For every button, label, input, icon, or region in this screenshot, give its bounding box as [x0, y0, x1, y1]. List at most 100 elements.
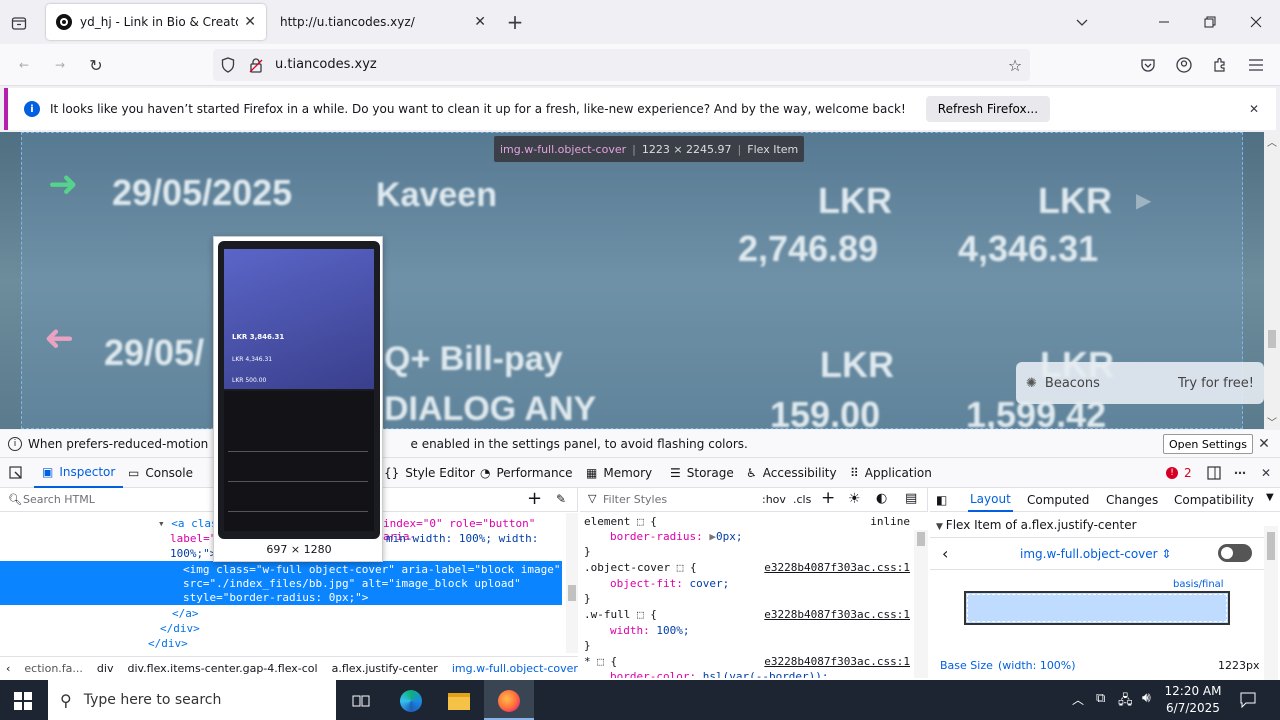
- inspector-icon: ▣: [42, 465, 54, 479]
- tab-style-editor[interactable]: {} Style Editor: [384, 458, 475, 488]
- open-settings-button[interactable]: Open Settings: [1163, 434, 1253, 454]
- add-node-icon[interactable]: +: [527, 488, 542, 509]
- rules-scrollbar[interactable]: [914, 530, 928, 678]
- pick-element-icon[interactable]: [8, 465, 24, 481]
- tab-performance[interactable]: ◔ Performance: [480, 458, 573, 488]
- rules-view: element ⬚ { inline border-radius: ▶0px; …: [580, 513, 914, 678]
- device-icon[interactable]: ⧉: [1096, 691, 1105, 706]
- edge-icon[interactable]: [398, 688, 424, 714]
- tab-accessibility[interactable]: ♿ Accessibility: [746, 458, 837, 488]
- tab-inactive[interactable]: http://u.tiancodes.xyz/ ✕: [270, 4, 496, 40]
- tab-active[interactable]: yd_hj - Link in Bio & Creator To ✕: [46, 4, 266, 40]
- search-html-input[interactable]: Search HTML: [23, 493, 95, 506]
- flex-item-header[interactable]: ▼ Flex Item of a.flex.justify-center: [936, 518, 1137, 532]
- tab-inspector[interactable]: ▣ Inspector: [34, 458, 124, 488]
- notifications-icon[interactable]: [1238, 690, 1258, 710]
- eyedropper-icon[interactable]: ✎: [556, 492, 566, 506]
- pocket-icon[interactable]: [1138, 55, 1158, 75]
- layout-view: ▼ Flex Item of a.flex.justify-center ‹ i…: [930, 513, 1280, 680]
- url-text[interactable]: u.tiancodes.xyz: [275, 57, 377, 72]
- new-tab-icon[interactable]: +: [504, 10, 526, 34]
- network-icon[interactable]: 🖧︎: [1118, 691, 1133, 713]
- breadcrumb-item[interactable]: div.flex.items-center.gap-4.flex-col: [127, 662, 317, 675]
- rule-declaration[interactable]: border-radius: ▶0px;: [610, 530, 742, 543]
- layout-scrollbar[interactable]: [1264, 526, 1278, 680]
- breadcrumb-item[interactable]: a.flex.justify-center: [332, 662, 438, 675]
- markup-line[interactable]: ▾ <a clas: [158, 517, 218, 530]
- markup-line[interactable]: </a>: [172, 607, 199, 620]
- tab-storage[interactable]: ☰ Storage: [670, 458, 734, 488]
- chevron-up-icon[interactable]: ︿: [1072, 691, 1084, 708]
- more-options-icon[interactable]: ⋯: [1232, 465, 1248, 481]
- tab-compatibility[interactable]: Compatibility: [1174, 493, 1254, 507]
- markup-line[interactable]: </div>: [160, 622, 200, 635]
- cls-toggle[interactable]: .cls: [793, 493, 811, 506]
- shield-icon[interactable]: [219, 56, 237, 74]
- tab-layout[interactable]: Layout: [968, 488, 1013, 512]
- close-icon[interactable]: ✕: [1246, 101, 1262, 117]
- rule-declaration[interactable]: object-fit: cover;: [610, 577, 729, 590]
- account-icon[interactable]: [1174, 55, 1194, 75]
- breadcrumb-item[interactable]: img.w-full.object-cover: [452, 662, 578, 675]
- chevron-left-icon[interactable]: ‹: [6, 662, 10, 675]
- close-icon[interactable]: ✕: [1256, 436, 1272, 452]
- reload-icon[interactable]: ↻: [86, 55, 106, 75]
- light-mode-icon[interactable]: ☀: [848, 491, 861, 507]
- print-media-icon[interactable]: ▤: [905, 491, 917, 506]
- hov-toggle[interactable]: :hov: [762, 493, 786, 506]
- back-icon[interactable]: ‹: [942, 544, 948, 563]
- breadcrumb-item[interactable]: ection.fa...: [24, 662, 83, 675]
- page-scrollbar[interactable]: ︿ ﹀: [1264, 132, 1280, 429]
- window-close-icon[interactable]: [1246, 12, 1266, 32]
- restore-icon[interactable]: [1200, 12, 1220, 32]
- filter-styles-input[interactable]: Filter Styles: [603, 493, 667, 506]
- rule-declaration[interactable]: border-color: hsl(var(--border));: [610, 670, 829, 678]
- menu-icon[interactable]: [1246, 55, 1266, 75]
- dock-icon[interactable]: [1206, 465, 1222, 481]
- lock-insecure-icon[interactable]: [247, 56, 265, 74]
- firefox-taskbar-button[interactable]: [484, 680, 534, 720]
- tab-application[interactable]: ⠿ Application: [850, 458, 932, 488]
- tab-changes[interactable]: Changes: [1106, 493, 1158, 507]
- minimize-icon[interactable]: [1154, 12, 1174, 32]
- rule-source[interactable]: e3228b4087f303ac.css:1: [764, 608, 910, 621]
- markup-scrollbar[interactable]: [566, 513, 578, 653]
- tab-close-icon[interactable]: ✕: [244, 14, 256, 30]
- rule-source[interactable]: inline: [870, 515, 910, 528]
- rule-source[interactable]: e3228b4087f303ac.css:1: [764, 561, 910, 574]
- tab-console[interactable]: ▭ Console: [128, 458, 193, 488]
- rule-declaration[interactable]: width: 100%;: [610, 624, 690, 637]
- chevron-down-icon[interactable]: ▼: [1266, 492, 1274, 503]
- file-explorer-icon[interactable]: [446, 688, 472, 714]
- close-devtools-icon[interactable]: ✕: [1258, 465, 1274, 481]
- breadcrumb-item[interactable]: div: [97, 662, 114, 675]
- volume-icon[interactable]: 🔊︎: [1142, 690, 1151, 706]
- rule-source[interactable]: e3228b4087f303ac.css:1: [764, 655, 910, 668]
- error-count[interactable]: ! 2: [1166, 458, 1192, 488]
- tab-memory[interactable]: ▦ Memory: [586, 458, 652, 488]
- taskbar-search-input[interactable]: Type here to search: [84, 692, 222, 708]
- add-rule-icon[interactable]: +: [821, 488, 835, 508]
- beacons-cta[interactable]: Try for free!: [1178, 376, 1254, 391]
- windows-start-icon[interactable]: [12, 690, 34, 712]
- back-icon[interactable]: ←: [14, 55, 34, 75]
- extensions-icon[interactable]: [1210, 55, 1230, 75]
- dark-mode-icon[interactable]: ◐: [876, 491, 887, 506]
- task-view-icon[interactable]: [350, 690, 372, 712]
- url-bar[interactable]: u.tiancodes.xyz ☆: [213, 49, 1030, 81]
- toggle-sidebar-icon[interactable]: ◧: [936, 493, 947, 507]
- clock[interactable]: 12:20 AM 6/7/2025: [1160, 683, 1226, 717]
- chevron-down-icon[interactable]: [1072, 12, 1092, 32]
- selected-node[interactable]: <img class="w-full object-cover" aria-la…: [0, 561, 562, 605]
- tab-close-icon[interactable]: ✕: [474, 14, 486, 30]
- beacons-badge[interactable]: ✺ Beacons Try for free!: [1016, 362, 1264, 404]
- taskbar-search-box[interactable]: ⚲ Type here to search: [48, 680, 336, 720]
- flex-item-selector[interactable]: img.w-full.object-cover ⇕: [1020, 547, 1171, 561]
- highlight-toggle[interactable]: [1218, 544, 1252, 562]
- tab-list-icon[interactable]: [8, 12, 30, 34]
- refresh-firefox-button[interactable]: Refresh Firefox...: [925, 96, 1051, 122]
- tab-computed[interactable]: Computed: [1027, 493, 1089, 507]
- bookmark-star-icon[interactable]: ☆: [1005, 55, 1025, 75]
- markup-line[interactable]: </div>: [148, 637, 188, 650]
- forward-icon[interactable]: →: [50, 55, 70, 75]
